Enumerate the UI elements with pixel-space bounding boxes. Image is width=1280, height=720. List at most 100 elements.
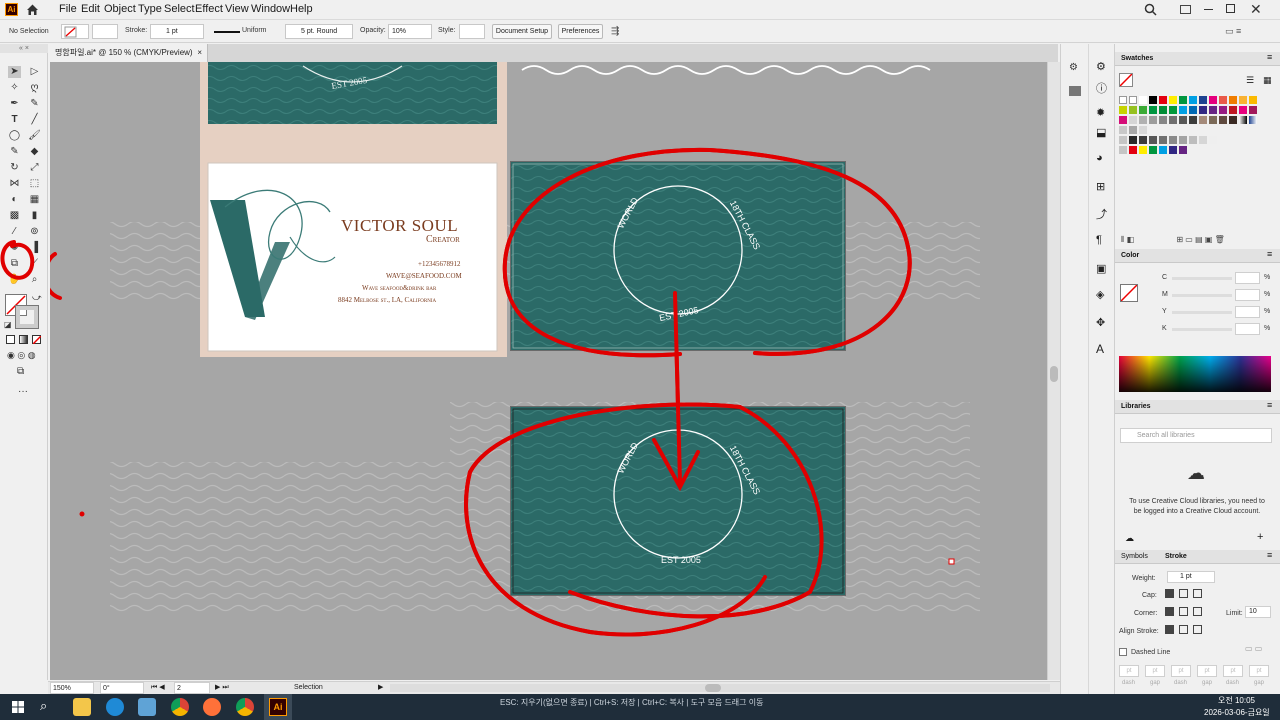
chrome-profile-icon[interactable] xyxy=(236,698,254,716)
perspective-grid-tool-icon[interactable]: ▦ xyxy=(28,194,41,206)
close-tab-icon[interactable]: × xyxy=(197,44,202,62)
value-m[interactable] xyxy=(1235,289,1260,301)
stroke-tab[interactable]: Stroke xyxy=(1165,553,1187,560)
artboards-icon[interactable]: ▣ xyxy=(1096,262,1106,275)
vertical-scrollbar[interactable] xyxy=(1047,62,1060,680)
horizontal-scroll-thumb[interactable] xyxy=(705,684,721,692)
menu-help[interactable]: Help xyxy=(290,3,313,15)
stroke-menu-icon[interactable]: ≡ xyxy=(1267,550,1272,560)
weight-field[interactable]: 1 pt xyxy=(1167,571,1215,583)
menu-view[interactable]: View xyxy=(225,3,249,15)
curvature-tool-icon[interactable]: ✎ xyxy=(28,98,41,110)
arrange-documents-icon[interactable] xyxy=(1180,5,1191,14)
selection-tool-icon[interactable]: ➤ xyxy=(8,66,21,78)
swatch-grid[interactable] xyxy=(1119,96,1274,158)
character-icon[interactable]: A xyxy=(1096,342,1104,356)
info-icon[interactable]: ⓘ xyxy=(1096,80,1107,96)
notes-app-icon[interactable] xyxy=(138,698,156,716)
swatches-footer-icons[interactable]: ⫴ ◧ ⊞ ▭ ▤ ▣ 🗑 xyxy=(1121,235,1271,245)
add-library-icon[interactable]: + xyxy=(1257,531,1263,543)
round-join-button[interactable] xyxy=(1179,607,1188,616)
start-button-icon[interactable] xyxy=(12,701,24,713)
taskbar-search-icon[interactable]: ⌕ xyxy=(40,698,47,714)
butt-cap-button[interactable] xyxy=(1165,589,1174,598)
clock-date[interactable]: 2026-03-06-금요일 xyxy=(1204,707,1270,718)
menu-type[interactable]: Type xyxy=(138,3,162,15)
gap-field-3[interactable]: pt xyxy=(1249,665,1269,677)
lasso-tool-icon[interactable]: ღ xyxy=(28,82,41,94)
horizontal-scrollbar[interactable] xyxy=(390,684,1050,692)
gradient-mode-icon[interactable] xyxy=(19,335,28,344)
screen-mode-icon[interactable]: ⧉ xyxy=(17,366,24,377)
color-tab[interactable]: Color xyxy=(1121,252,1139,259)
preferences-button[interactable]: Preferences xyxy=(558,24,603,39)
libraries-search-input[interactable]: Search all libraries xyxy=(1120,428,1272,443)
draw-mode-icon[interactable]: ◉ ◎ ◍ xyxy=(7,350,36,361)
slider-k[interactable] xyxy=(1172,328,1232,331)
menu-file[interactable]: File xyxy=(59,3,77,15)
document-setup-button[interactable]: Document Setup xyxy=(492,24,552,39)
dash-align-icons[interactable]: ▭ ▭ xyxy=(1245,644,1271,656)
slider-y[interactable] xyxy=(1172,311,1232,314)
menu-effect[interactable]: Effect xyxy=(195,3,223,15)
status-menu-arrow[interactable]: ▶ xyxy=(378,683,383,691)
gradient-tool-icon[interactable]: ▮ xyxy=(28,210,41,222)
swatches-menu-icon[interactable]: ≡ xyxy=(1267,52,1272,62)
artboard-canvas[interactable]: EST 2005 VICTOR SOUL Creator +1234567891… xyxy=(50,62,1047,680)
align-outside-button[interactable] xyxy=(1193,625,1202,634)
libraries-tab[interactable]: Libraries xyxy=(1121,403,1151,410)
color-mode-icon[interactable] xyxy=(6,335,15,344)
minimize-button[interactable] xyxy=(1204,9,1213,10)
illustrator-taskbar-button[interactable]: Ai xyxy=(264,694,292,720)
file-explorer-icon[interactable] xyxy=(73,698,91,716)
stroke-weight-field[interactable]: 1 pt xyxy=(150,24,204,39)
artboard-next-icon[interactable]: ▶ ⏭ xyxy=(215,683,229,692)
none-mode-icon[interactable] xyxy=(32,335,41,344)
appearance-icon[interactable]: ◕ xyxy=(1096,152,1103,164)
line-segment-tool-icon[interactable]: ╱ xyxy=(28,114,41,126)
default-fill-stroke-icon[interactable]: ◪ xyxy=(4,320,12,329)
gap-field-2[interactable]: pt xyxy=(1197,665,1217,677)
dash-field-1[interactable]: pt xyxy=(1119,665,1139,677)
bevel-join-button[interactable] xyxy=(1193,607,1202,616)
artboard-number-field[interactable]: 2 xyxy=(174,682,210,694)
menu-edit[interactable]: Edit xyxy=(81,3,100,15)
dash-field-2[interactable]: pt xyxy=(1171,665,1191,677)
teal-card-lower[interactable]: WORLD 18TH CLASS EST 2005 xyxy=(510,406,846,596)
rotate-tool-icon[interactable]: ↻ xyxy=(8,162,21,174)
libraries-menu-icon[interactable]: ≡ xyxy=(1267,400,1272,410)
align-inside-button[interactable] xyxy=(1179,625,1188,634)
home-icon[interactable] xyxy=(26,3,39,16)
close-window-button[interactable]: ✕ xyxy=(1250,1,1262,18)
stroke-color-dropdown[interactable] xyxy=(92,24,118,39)
teal-card-upper[interactable]: WORLD 18TH CLASS EST 2005 xyxy=(510,161,846,351)
color-fill-box[interactable] xyxy=(1120,284,1138,302)
edit-toolbar-icon[interactable]: ··· xyxy=(18,386,28,397)
layers-panel-icon[interactable] xyxy=(1069,86,1081,96)
maximize-button[interactable] xyxy=(1226,4,1235,13)
dash-field-3[interactable]: pt xyxy=(1223,665,1243,677)
panel-options-icon[interactable]: ▭ ≡ xyxy=(1225,26,1241,37)
miter-join-button[interactable] xyxy=(1165,607,1174,616)
projecting-cap-button[interactable] xyxy=(1193,589,1202,598)
transform-icon[interactable]: ⊞ xyxy=(1096,180,1105,193)
edge-browser-icon[interactable] xyxy=(106,698,124,716)
grid-view-icon[interactable]: ▦ xyxy=(1263,75,1272,86)
swatch-fill-none[interactable] xyxy=(1119,73,1133,87)
color-guide-icon[interactable]: ⚙ xyxy=(1096,60,1106,73)
search-icon[interactable] xyxy=(1144,3,1157,16)
export-icon[interactable]: ⤴ xyxy=(1096,206,1107,222)
paragraph-icon[interactable]: ¶ xyxy=(1096,234,1102,246)
document-tab[interactable]: 명함파일.ai* @ 150 % (CMYK/Preview) × xyxy=(50,44,208,62)
width-tool-icon[interactable]: ⋈ xyxy=(8,178,21,190)
properties-panel-icon[interactable]: ⚙ xyxy=(1069,62,1078,73)
color-menu-icon[interactable]: ≡ xyxy=(1267,249,1272,259)
image-trace-icon[interactable]: ⬓ xyxy=(1096,126,1106,139)
slider-c[interactable] xyxy=(1172,277,1232,280)
chrome-icon[interactable] xyxy=(171,698,189,716)
pen-tool-icon[interactable]: ✒ xyxy=(8,98,21,110)
eraser-tool-icon[interactable]: ◆ xyxy=(28,146,41,158)
value-c[interactable] xyxy=(1235,272,1260,284)
swatches-tab[interactable]: Swatches xyxy=(1121,55,1153,62)
direct-selection-tool-icon[interactable]: ▷ xyxy=(28,66,41,78)
